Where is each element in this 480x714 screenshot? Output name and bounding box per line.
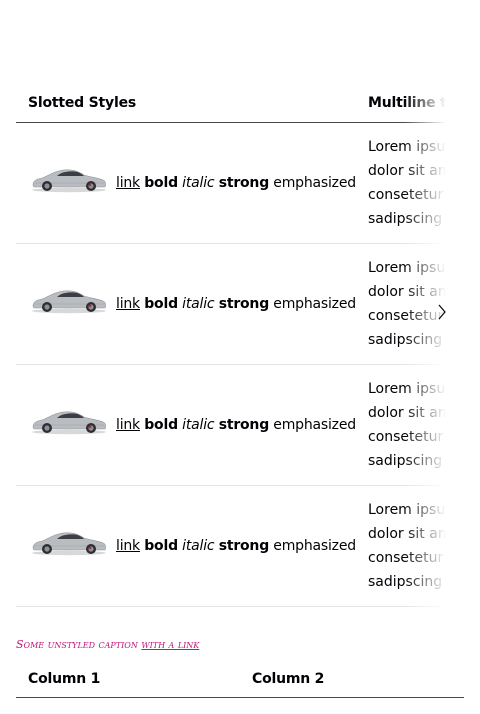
slotted-styles-cell: link bold italic strong emphasized bbox=[116, 244, 356, 364]
multiline-line: Lorem ipsum bbox=[368, 381, 459, 397]
cell-link[interactable]: link bbox=[116, 538, 140, 554]
table-row: link bold italic strong emphasized Lorem … bbox=[16, 365, 464, 486]
column-header-column-2[interactable]: Column 2 bbox=[252, 660, 324, 698]
bold-text: bold bbox=[144, 417, 178, 433]
column-header-slotted-styles[interactable]: Slotted Styles bbox=[28, 84, 136, 122]
italic-text: italic bbox=[182, 538, 215, 554]
strong-text: strong bbox=[218, 296, 270, 312]
table-row: link bold italic strong emphasized Lorem … bbox=[16, 244, 464, 365]
multiline-line: Lorem ipsum bbox=[368, 260, 459, 276]
strong-text: strong bbox=[218, 417, 270, 433]
emphasized-text: emphasized bbox=[273, 417, 356, 433]
scroll-right-button[interactable] bbox=[428, 298, 456, 326]
multiline-line: dolor sit amet, bbox=[368, 526, 464, 542]
table-row: link bold italic strong emphasized Lorem … bbox=[16, 486, 464, 607]
italic-text: italic bbox=[182, 296, 215, 312]
multiline-text-cell: Lorem ipsum dolor sit amet, consetetur sadi… bbox=[368, 377, 464, 473]
bold-text: bold bbox=[144, 296, 178, 312]
multiline-line: dolor sit amet, bbox=[368, 163, 464, 179]
italic-text: italic bbox=[182, 175, 215, 191]
slotted-styles-table: Slotted Styles Multiline text link bold … bbox=[16, 84, 464, 607]
car-image bbox=[30, 407, 108, 439]
multiline-line: sadipscing bbox=[368, 332, 443, 348]
slotted-styles-cell: link bold italic strong emphasized bbox=[116, 365, 356, 485]
multiline-line: Lorem ipsum bbox=[368, 139, 459, 155]
multiline-text-cell: Lorem ipsum dolor sit amet, consetetur sadi… bbox=[368, 498, 464, 594]
caption-text: Some unstyled caption bbox=[16, 638, 142, 651]
table-header: Column 1 Column 2 bbox=[16, 660, 464, 698]
strong-text: strong bbox=[218, 175, 270, 191]
emphasized-text: emphasized bbox=[273, 175, 356, 191]
column-header-column-1[interactable]: Column 1 bbox=[28, 660, 100, 698]
multiline-text-cell: Lorem ipsum dolor sit amet, consetetur sadi… bbox=[368, 135, 464, 231]
table-row: link bold italic strong emphasized Lorem … bbox=[16, 123, 464, 244]
column-header-multiline-text[interactable]: Multiline text bbox=[368, 84, 464, 122]
emphasized-text: emphasized bbox=[273, 538, 356, 554]
multiline-line: sadipscing bbox=[368, 453, 443, 469]
italic-text: italic bbox=[182, 417, 215, 433]
multiline-line: consetetur bbox=[368, 429, 444, 445]
multiline-line: sadipscing bbox=[368, 211, 443, 227]
bold-text: bold bbox=[144, 538, 178, 554]
emphasized-text: emphasized bbox=[273, 296, 356, 312]
strong-text: strong bbox=[218, 538, 270, 554]
table-header: Slotted Styles Multiline text bbox=[16, 84, 464, 123]
multiline-line: consetetur bbox=[368, 550, 444, 566]
second-table: Column 1 Column 2 bbox=[16, 660, 464, 698]
car-image bbox=[30, 286, 108, 318]
slotted-styles-cell: link bold italic strong emphasized bbox=[116, 486, 356, 606]
chevron-right-icon bbox=[438, 304, 446, 320]
car-image bbox=[30, 528, 108, 560]
multiline-line: Lorem ipsum bbox=[368, 502, 459, 518]
table-caption: Some unstyled caption with a link bbox=[16, 638, 199, 651]
slotted-styles-cell: link bold italic strong emphasized bbox=[116, 123, 356, 243]
cell-link[interactable]: link bbox=[116, 417, 140, 433]
multiline-line: sadipscing bbox=[368, 574, 443, 590]
caption-link[interactable]: with a link bbox=[141, 638, 199, 651]
car-image bbox=[30, 165, 108, 197]
cell-link[interactable]: link bbox=[116, 175, 140, 191]
cell-link[interactable]: link bbox=[116, 296, 140, 312]
multiline-line: dolor sit amet, bbox=[368, 405, 464, 421]
table-body: link bold italic strong emphasized Lorem … bbox=[16, 123, 464, 607]
multiline-line: consetetur bbox=[368, 187, 444, 203]
bold-text: bold bbox=[144, 175, 178, 191]
